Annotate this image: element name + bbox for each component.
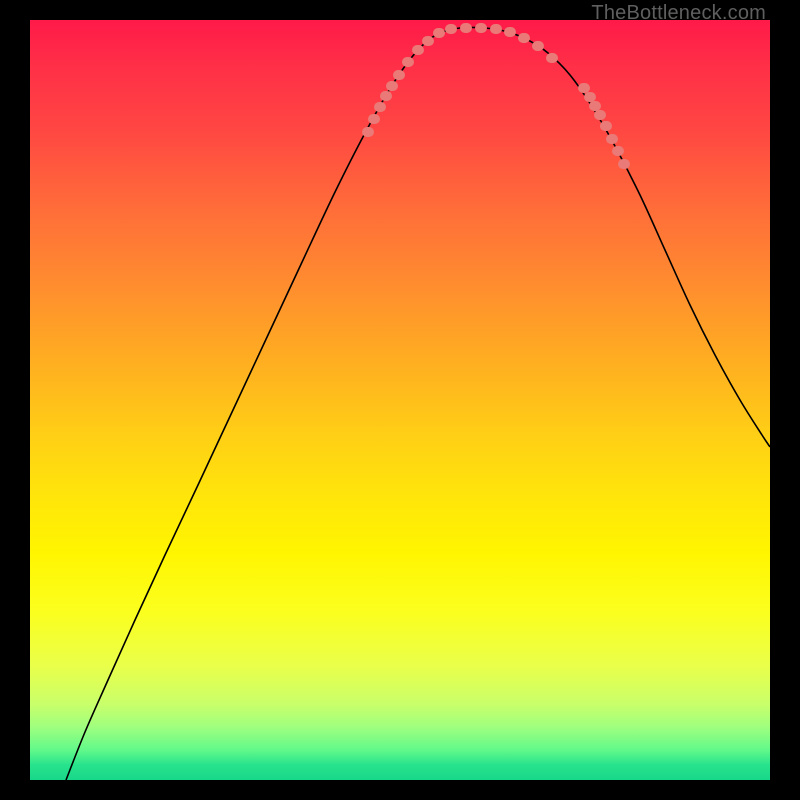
curve-marker [594, 110, 606, 120]
curve-marker [445, 24, 457, 34]
chart-frame: TheBottleneck.com [0, 0, 800, 800]
curve-marker [600, 121, 612, 131]
curve-marker [393, 70, 405, 80]
curve-marker [584, 92, 596, 102]
curve-marker [433, 28, 445, 38]
curve-marker [612, 146, 624, 156]
curve-marker [475, 23, 487, 33]
curve-markers [362, 23, 630, 169]
curve-marker [402, 57, 414, 67]
bottleneck-curve [66, 27, 770, 780]
curve-marker [589, 101, 601, 111]
curve-marker [490, 24, 502, 34]
curve-marker [618, 159, 630, 169]
curve-marker [460, 23, 472, 33]
curve-marker [412, 45, 424, 55]
curve-marker [532, 41, 544, 51]
curve-svg [30, 20, 770, 780]
curve-marker [386, 81, 398, 91]
curve-marker [368, 114, 380, 124]
curve-marker [374, 102, 386, 112]
curve-marker [362, 127, 374, 137]
curve-marker [578, 83, 590, 93]
curve-marker [380, 91, 392, 101]
curve-marker [518, 33, 530, 43]
curve-marker [546, 53, 558, 63]
curve-marker [606, 134, 618, 144]
curve-marker [422, 36, 434, 46]
curve-marker [504, 27, 516, 37]
plot-area [30, 20, 770, 780]
